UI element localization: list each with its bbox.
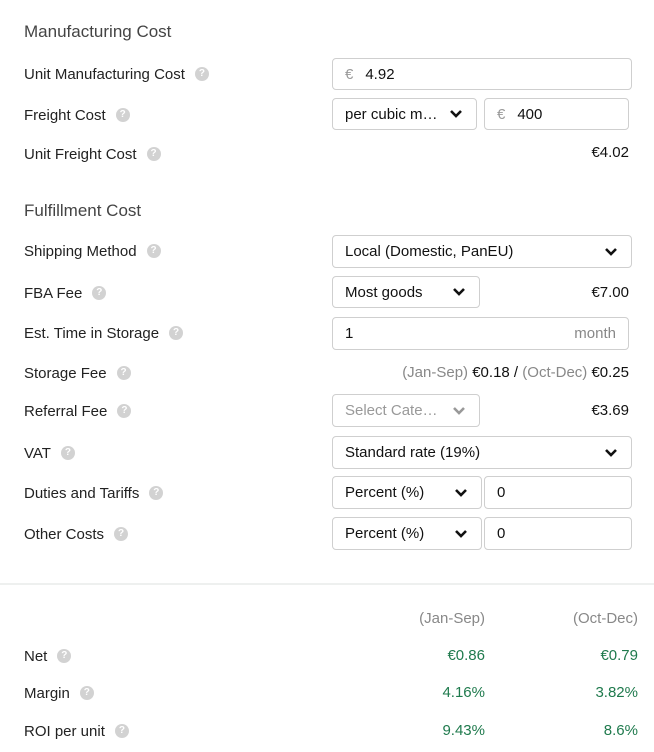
help-icon[interactable]: ? [194, 67, 209, 81]
chevron-down-icon [453, 485, 469, 501]
period-label: (Oct-Dec) [522, 364, 588, 381]
freight-cost-input[interactable]: € 400 [484, 98, 629, 130]
chevron-down-icon [451, 284, 467, 300]
chevron-down-icon [453, 526, 469, 542]
net-jan-sep-value: €0.86 [447, 647, 485, 664]
duties-mode-select[interactable]: Percent (%) [332, 476, 482, 509]
currency-symbol: € [345, 65, 354, 83]
currency-symbol: € [497, 105, 506, 123]
help-icon[interactable]: ? [79, 686, 94, 700]
label-text: Unit Manufacturing Cost [24, 65, 185, 83]
label-other-costs: Other Costs ? [24, 524, 129, 544]
roi-oct-dec-value: 8.6% [603, 722, 638, 739]
label-fba-fee: FBA Fee ? [24, 283, 107, 303]
label-margin: Margin ? [24, 683, 94, 703]
label-net: Net ? [24, 646, 72, 666]
help-icon[interactable]: ? [146, 147, 161, 161]
help-icon[interactable]: ? [57, 649, 72, 663]
label-text: Duties and Tariffs [24, 484, 140, 502]
unit-manufacturing-cost-input[interactable]: € 4.92 [332, 58, 632, 90]
margin-oct-dec-value: 3.82% [595, 684, 638, 701]
referral-fee-value: €3.69 [591, 402, 629, 419]
label-text: Storage Fee [24, 364, 107, 382]
help-icon[interactable]: ? [60, 446, 75, 460]
fba-size-select[interactable]: Most goods [332, 276, 480, 308]
select-value: Percent (%) [345, 525, 425, 542]
unit-suffix: month [574, 325, 616, 342]
label-unit-manufacturing-cost: Unit Manufacturing Cost ? [24, 64, 209, 84]
select-value: per cubic m… [345, 105, 438, 123]
shipping-method-select[interactable]: Local (Domestic, PanEU) [332, 235, 632, 268]
input-value: 400 [517, 105, 543, 123]
label-text: FBA Fee [24, 284, 83, 302]
duties-value-input[interactable]: 0 [484, 476, 632, 509]
label-referral-fee: Referral Fee ? [24, 401, 132, 421]
help-icon[interactable]: ? [115, 108, 130, 122]
chevron-down-icon [603, 445, 619, 461]
label-vat: VAT ? [24, 443, 75, 463]
input-value: 4.92 [365, 65, 395, 83]
label-duties-tariffs: Duties and Tariffs ? [24, 483, 164, 503]
help-icon[interactable]: ? [149, 486, 164, 500]
help-icon[interactable]: ? [117, 404, 132, 418]
help-icon[interactable]: ? [114, 724, 129, 738]
column-header-jan-sep: (Jan-Sep) [419, 610, 485, 627]
storage-time-input[interactable]: 1 month [332, 317, 629, 350]
chevron-down-icon [448, 106, 464, 122]
unit-freight-cost-value: €4.02 [591, 144, 629, 161]
select-value: Most goods [345, 283, 423, 301]
section-title-manufacturing: Manufacturing Cost [24, 22, 172, 41]
freight-mode-select[interactable]: per cubic m… [332, 98, 477, 130]
input-value: 0 [497, 525, 506, 542]
label-text: Margin [24, 684, 70, 702]
label-text: Net [24, 647, 48, 665]
select-value: Local (Domestic, PanEU) [345, 243, 514, 260]
other-costs-mode-select[interactable]: Percent (%) [332, 517, 482, 550]
label-text: ROI per unit [24, 722, 105, 740]
net-oct-dec-value: €0.79 [600, 647, 638, 664]
input-value: 1 [345, 325, 354, 342]
label-storage-time: Est. Time in Storage ? [24, 323, 184, 343]
other-costs-value-input[interactable]: 0 [484, 517, 632, 550]
section-divider [0, 583, 654, 585]
label-shipping-method: Shipping Method ? [24, 241, 161, 261]
help-icon[interactable]: ? [114, 527, 129, 541]
fba-fee-value: €7.00 [591, 284, 629, 301]
vat-select[interactable]: Standard rate (19%) [332, 436, 632, 469]
label-roi: ROI per unit ? [24, 721, 129, 741]
roi-jan-sep-value: 9.43% [442, 722, 485, 739]
select-placeholder: Select Cate… [345, 402, 438, 419]
label-freight-cost: Freight Cost ? [24, 105, 130, 125]
label-text: VAT [24, 444, 51, 462]
category-select[interactable]: Select Cate… [332, 394, 480, 427]
section-title-fulfillment: Fulfillment Cost [24, 201, 142, 220]
separator: / [509, 364, 523, 381]
label-text: Freight Cost [24, 106, 106, 124]
storage-fee-jan-sep: €0.18 [472, 364, 510, 381]
select-value: Percent (%) [345, 484, 425, 501]
label-text: Referral Fee [24, 402, 108, 420]
input-value: 0 [497, 484, 506, 501]
period-label: (Jan-Sep) [402, 364, 469, 381]
margin-jan-sep-value: 4.16% [442, 684, 485, 701]
select-value: Standard rate (19%) [345, 444, 481, 461]
label-unit-freight-cost: Unit Freight Cost ? [24, 144, 161, 164]
help-icon[interactable]: ? [116, 366, 131, 380]
help-icon[interactable]: ? [146, 244, 161, 258]
help-icon[interactable]: ? [169, 326, 184, 340]
label-text: Shipping Method [24, 242, 137, 260]
storage-fee-value: (Jan-Sep) €0.18 / (Oct-Dec) €0.25 [402, 364, 629, 381]
help-icon[interactable]: ? [92, 286, 107, 300]
label-text: Other Costs [24, 525, 105, 543]
column-header-oct-dec: (Oct-Dec) [573, 610, 638, 627]
chevron-down-icon [451, 403, 467, 419]
chevron-down-icon [603, 244, 619, 260]
label-text: Unit Freight Cost [24, 145, 137, 163]
label-text: Est. Time in Storage [24, 324, 160, 342]
storage-fee-oct-dec: €0.25 [591, 364, 629, 381]
label-storage-fee: Storage Fee ? [24, 363, 131, 383]
